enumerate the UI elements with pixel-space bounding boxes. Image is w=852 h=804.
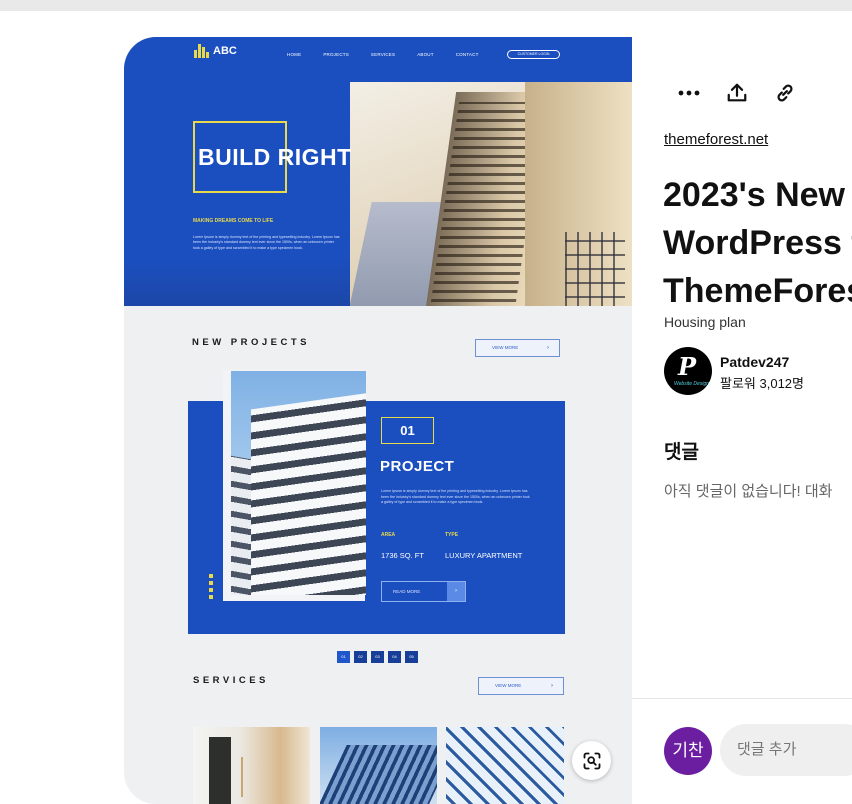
chevron-right-icon: › <box>551 683 553 689</box>
visual-search-button[interactable] <box>572 741 611 780</box>
pin-image[interactable]: ABC HOME PROJECTS SERVICES ABOUT CONTACT… <box>124 37 632 804</box>
pin-details-panel <box>632 37 852 804</box>
chevron-right-icon: › <box>547 345 549 351</box>
mockup-view-more-button: VIEW MORE › <box>475 339 560 357</box>
mockup-view-more-label: VIEW MORE <box>492 345 519 350</box>
mockup-project-copy: Lorem Ipsum is simply dummy text of the … <box>381 489 530 505</box>
mockup-services-title: SERVICES <box>193 675 269 686</box>
mockup-type-label: TYPE <box>445 532 459 538</box>
mockup-services-view-more-label: VIEW MORE <box>495 683 522 688</box>
mockup-nav: HOME PROJECTS SERVICES ABOUT CONTACT <box>287 52 501 57</box>
board-name[interactable]: Housing plan <box>664 314 746 330</box>
composer-divider <box>632 698 852 699</box>
pin-action-bar <box>677 81 797 105</box>
mockup-page: 02 <box>354 651 367 663</box>
service-thumbnail-facade <box>446 727 564 804</box>
mockup-hero-title: BUILD RIGHT <box>198 144 352 170</box>
mockup-page: 05 <box>405 651 418 663</box>
service-thumbnail-interior <box>193 727 310 804</box>
copy-link-button[interactable] <box>773 81 797 105</box>
mockup-read-more-button: READ MORE › <box>381 581 466 602</box>
mockup-slide-dots <box>209 574 213 599</box>
visual-search-icon <box>583 752 600 769</box>
mockup-hero-tagline: MAKING DREAMS COME TO LIFE <box>193 218 274 224</box>
mockup-hero: ABC HOME PROJECTS SERVICES ABOUT CONTACT… <box>124 37 632 306</box>
mockup-area-value: 1736 SQ. FT <box>381 551 424 560</box>
more-options-button[interactable] <box>677 81 701 105</box>
author-avatar[interactable]: P Website Design <box>664 347 712 395</box>
author-followers: 팔로워 3,012명 <box>720 376 804 391</box>
pin-title-line: ThemeFores <box>663 272 852 310</box>
chevron-right-icon: › <box>447 582 465 601</box>
mockup-project-heading: PROJECT <box>380 458 455 475</box>
mockup-nav-item: PROJECTS <box>323 52 349 57</box>
service-thumbnail-building <box>320 727 437 804</box>
mockup-page: 03 <box>371 651 384 663</box>
author-avatar-letter: P <box>678 352 697 381</box>
pin-title: 2023's New WordPress t ThemeFores <box>663 171 852 315</box>
mockup-login-button: CUSTOMER LOGIN <box>507 50 560 59</box>
link-icon <box>777 84 793 102</box>
mockup-type-value: LUXURY APARTMENT <box>445 551 523 560</box>
comments-heading: 댓글 <box>664 442 699 463</box>
mockup-pager: 01 02 03 04 05 <box>337 651 418 663</box>
author-name[interactable]: Patdev247 <box>720 354 789 370</box>
mockup-nav-item: SERVICES <box>370 52 396 57</box>
mockup-page: 01 <box>337 651 350 663</box>
pin-title-line: 2023's New <box>663 176 845 214</box>
mockup-nav-item: ABOUT <box>417 52 434 57</box>
current-user-avatar[interactable]: 기찬 <box>664 727 712 775</box>
mockup-project-number: 01 <box>381 417 434 444</box>
source-link[interactable]: themeforest.net <box>664 131 768 148</box>
author-avatar-script: Website Design <box>674 381 709 387</box>
mockup-logo-text: ABC <box>213 45 237 57</box>
browser-top-strip <box>0 0 852 11</box>
mockup-area-label: AREA <box>381 532 396 538</box>
mockup-hero-copy: Lorem Ipsum is simply dummy text of the … <box>193 235 340 250</box>
mockup-nav-item: CONTACT <box>455 52 479 57</box>
more-icon <box>678 90 700 96</box>
project-building-photo <box>231 371 366 595</box>
mockup-read-more-label: READ MORE <box>393 589 421 594</box>
mockup-page: 04 <box>388 651 401 663</box>
logo-bars-icon <box>194 44 209 58</box>
hero-city-overlay <box>124 259 350 306</box>
mockup-services-view-more: VIEW MORE › <box>478 677 564 695</box>
share-button[interactable] <box>725 81 749 105</box>
mockup-nav-item: HOME <box>287 52 302 57</box>
share-icon <box>727 83 747 102</box>
hero-building-photo <box>350 82 632 306</box>
mockup-new-projects-title: NEW PROJECTS <box>192 337 311 348</box>
comments-empty-message: 아직 댓글이 없습니다! 대화 <box>664 483 833 500</box>
mockup-logo: ABC <box>194 44 237 58</box>
add-comment-input[interactable]: 댓글 추가 <box>720 724 852 776</box>
pin-title-line: WordPress t <box>663 224 852 262</box>
